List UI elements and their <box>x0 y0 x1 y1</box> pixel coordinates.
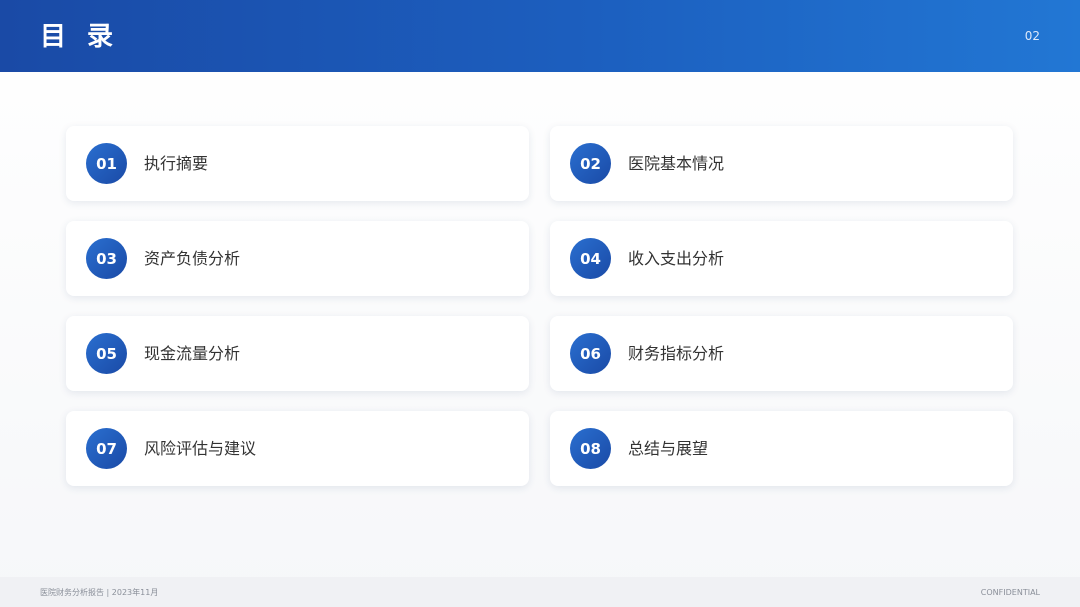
toc-item-label: 财务指标分析 <box>628 344 725 363</box>
page-title: 目 录 <box>40 22 120 52</box>
header-bar: 目 录 02 <box>0 0 1080 72</box>
toc-number-badge: 04 <box>570 238 611 279</box>
footer-bar: 医院财务分析报告 | 2023年11月 CONFIDENTIAL <box>0 577 1080 607</box>
toc-item-label: 执行摘要 <box>144 154 209 173</box>
toc-item-01[interactable]: 01 执行摘要 <box>66 126 529 201</box>
toc-number-badge: 07 <box>86 428 127 469</box>
toc-item-label: 现金流量分析 <box>144 344 241 363</box>
toc-item-04[interactable]: 04 收入支出分析 <box>550 221 1013 296</box>
footer-confidential: CONFIDENTIAL <box>980 588 1040 597</box>
page-number: 02 <box>1024 29 1040 43</box>
toc-item-label: 收入支出分析 <box>628 249 725 268</box>
footer-report-info: 医院财务分析报告 | 2023年11月 <box>40 588 159 597</box>
toc-item-06[interactable]: 06 财务指标分析 <box>550 316 1013 391</box>
toc-number-badge: 02 <box>570 143 611 184</box>
toc-item-07[interactable]: 07 风险评估与建议 <box>66 411 529 486</box>
toc-number-badge: 08 <box>570 428 611 469</box>
toc-item-label: 资产负债分析 <box>144 249 241 268</box>
toc-number-badge: 01 <box>86 143 127 184</box>
toc-number-badge: 03 <box>86 238 127 279</box>
toc-number-badge: 06 <box>570 333 611 374</box>
toc-item-08[interactable]: 08 总结与展望 <box>550 411 1013 486</box>
toc-item-label: 风险评估与建议 <box>144 439 257 458</box>
toc-item-03[interactable]: 03 资产负债分析 <box>66 221 529 296</box>
toc-number-badge: 05 <box>86 333 127 374</box>
toc-item-02[interactable]: 02 医院基本情况 <box>550 126 1013 201</box>
toc-item-05[interactable]: 05 现金流量分析 <box>66 316 529 391</box>
toc-item-label: 医院基本情况 <box>628 154 725 173</box>
toc-item-label: 总结与展望 <box>628 439 709 458</box>
